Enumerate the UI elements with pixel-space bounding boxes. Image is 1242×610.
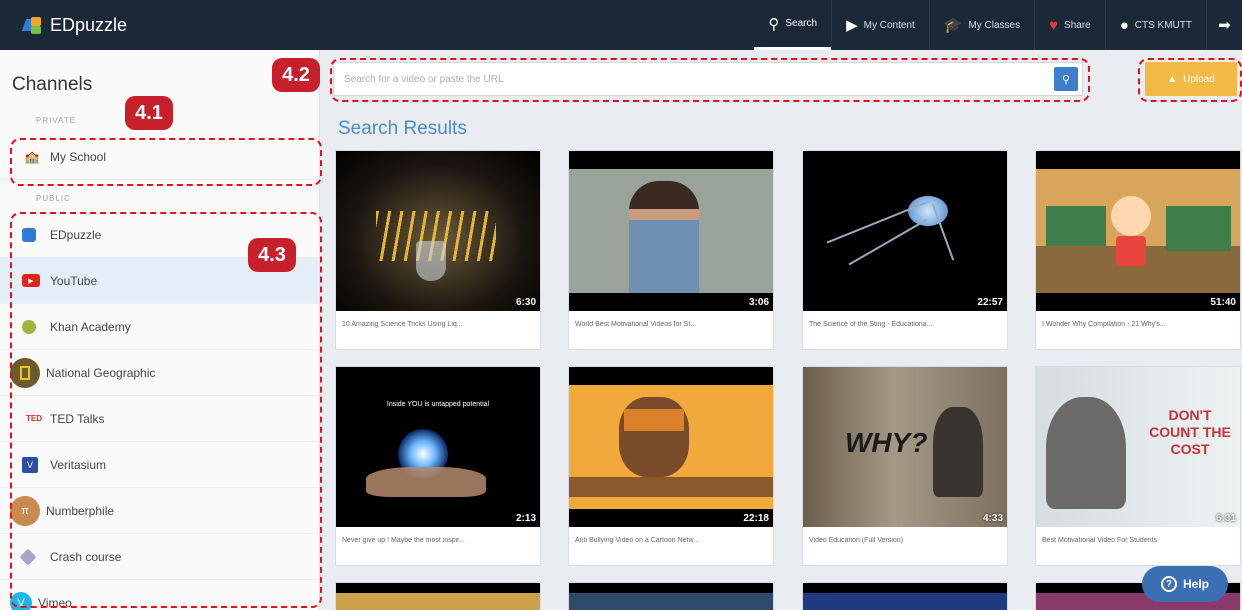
- video-thumbnail[interactable]: 6:30: [336, 151, 540, 311]
- nav-share-label: Share: [1064, 19, 1091, 31]
- public-caption: PUBLIC: [36, 194, 71, 203]
- annotation-badge-4-2: 4.2: [272, 58, 320, 92]
- video-duration: 4:33: [982, 513, 1003, 524]
- nav-my-classes[interactable]: 🎓 My Classes: [928, 0, 1034, 50]
- annotation-badge-4-1: 4.1: [125, 96, 173, 130]
- video-thumbnail[interactable]: Inside YOU is untapped potential 2:13: [336, 367, 540, 527]
- video-overlay-text: WHY?: [845, 427, 928, 458]
- video-title: Never give up ! Maybe the most inspir...: [342, 537, 465, 544]
- user-icon: ●: [1119, 16, 1129, 34]
- video-title: 10 Amazing Science Tricks Using Liq...: [342, 321, 463, 328]
- nav-user-label: CTS KMUTT: [1134, 19, 1192, 31]
- logout-icon: ➡: [1218, 17, 1231, 34]
- video-card[interactable]: 3:06 World Best Motivational Videos for …: [568, 150, 774, 350]
- annotation-badge-4-3: 4.3: [248, 238, 296, 272]
- main-nav: ⚲ Search ▶ My Content 🎓 My Classes ♥ Sha…: [754, 0, 1242, 50]
- video-title: The Science of the Sting - Educationa...: [809, 321, 933, 328]
- annotation-frame-4-1: [10, 138, 322, 186]
- video-thumbnail[interactable]: DON'T COUNT THE COST 6:31: [1036, 367, 1240, 527]
- video-title: Video Education (Full Version): [809, 537, 904, 544]
- help-button[interactable]: ? Help: [1142, 566, 1228, 602]
- video-duration: 6:31: [1215, 513, 1236, 524]
- video-overlay-text: DON'T COUNT THE COST: [1149, 407, 1231, 457]
- help-label: Help: [1182, 577, 1209, 591]
- nav-my-content-label: My Content: [863, 19, 915, 31]
- video-card[interactable]: 22:18 Anti Bullying Video on a Cartoon N…: [568, 366, 774, 566]
- video-title: Anti Bullying Video on a Cartoon Netw...: [575, 537, 700, 544]
- nav-my-classes-label: My Classes: [968, 19, 1021, 31]
- logo-text: EDpuzzle: [50, 14, 128, 35]
- edpuzzle-logo-icon: [21, 16, 42, 34]
- video-thumbnail[interactable]: [803, 583, 1007, 610]
- video-card[interactable]: 6:30 10 Amazing Science Tricks Using Liq…: [335, 150, 541, 350]
- video-thumbnail[interactable]: 3:06: [569, 151, 773, 311]
- graduation-cap-icon: 🎓: [943, 17, 963, 34]
- video-duration: 3:06: [748, 297, 769, 308]
- video-thumbnail[interactable]: [336, 583, 540, 610]
- video-thumbnail[interactable]: 22:57: [803, 151, 1007, 311]
- help-icon: ?: [1160, 576, 1177, 592]
- video-thumbnail[interactable]: WHY? 4:33: [803, 367, 1007, 527]
- video-title: I Wonder Why Compilation - 21 Why's...: [1042, 321, 1166, 328]
- nav-search-label: Search: [785, 18, 818, 29]
- top-navbar: EDpuzzle ⚲ Search ▶ My Content 🎓 My Clas…: [0, 0, 1242, 50]
- channels-title: Channels: [12, 74, 93, 95]
- video-thumbnail[interactable]: 22:18: [569, 367, 773, 527]
- video-duration: 2:13: [515, 513, 536, 524]
- private-caption: PRIVATE: [36, 116, 77, 125]
- video-title: Best Motivational Video For Students: [1042, 537, 1158, 544]
- video-duration: 6:30: [515, 297, 536, 308]
- video-overlay-text: Inside YOU is untapped potential: [386, 401, 490, 408]
- search-results-title: Search Results: [338, 118, 467, 139]
- video-duration: 51:40: [1210, 297, 1236, 308]
- nav-search[interactable]: ⚲ Search: [754, 0, 832, 50]
- video-card[interactable]: [802, 582, 1008, 610]
- video-card[interactable]: Inside YOU is untapped potential 2:13 Ne…: [335, 366, 541, 566]
- edpuzzle-logo[interactable]: EDpuzzle: [0, 15, 330, 36]
- video-thumbnail[interactable]: [569, 583, 773, 610]
- video-card[interactable]: [335, 582, 541, 610]
- heart-icon: ♥: [1049, 16, 1059, 34]
- video-card[interactable]: 22:57 The Science of the Sting - Educati…: [802, 150, 1008, 350]
- video-card[interactable]: DON'T COUNT THE COST 6:31 Best Motivatio…: [1035, 366, 1241, 566]
- video-card[interactable]: WHY? 4:33 Video Education (Full Version): [802, 366, 1008, 566]
- video-card[interactable]: [568, 582, 774, 610]
- logout-button[interactable]: ➡: [1206, 0, 1242, 50]
- video-card[interactable]: 51:40 I Wonder Why Compilation - 21 Why'…: [1035, 150, 1241, 350]
- play-icon: ▶: [846, 17, 858, 34]
- nav-my-content[interactable]: ▶ My Content: [831, 0, 929, 50]
- annotation-frame-upload: [1138, 58, 1242, 102]
- nav-share[interactable]: ♥ Share: [1034, 0, 1105, 50]
- video-duration: 22:57: [977, 297, 1003, 308]
- nav-user[interactable]: ● CTS KMUTT: [1104, 0, 1206, 50]
- search-icon: ⚲: [768, 15, 780, 33]
- video-thumbnail[interactable]: 51:40: [1036, 151, 1240, 311]
- video-duration: 22:18: [743, 513, 769, 524]
- video-title: World Best Motivational Videos for St...: [575, 321, 697, 328]
- annotation-frame-4-2: [330, 58, 1090, 102]
